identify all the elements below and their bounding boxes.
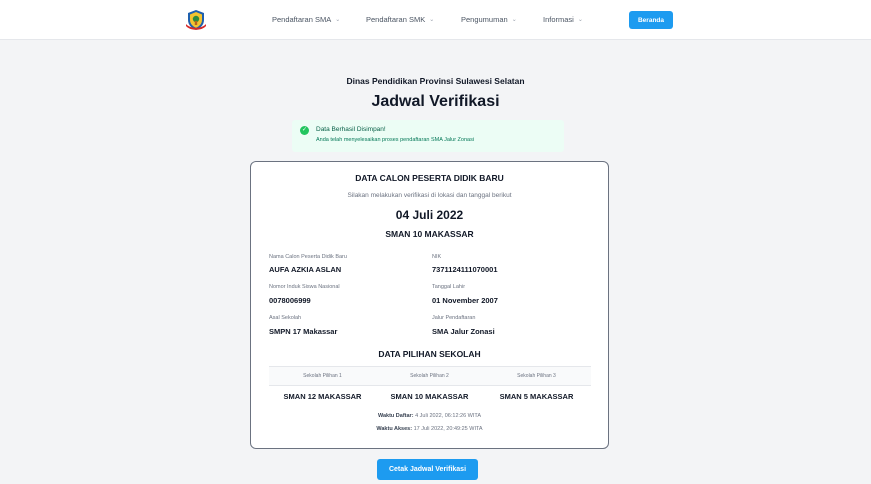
navbar: Pendaftaran SMA ⌄ Pendaftaran SMK ⌄ Peng… [0,0,871,40]
nav-informasi[interactable]: Informasi ⌄ [543,15,583,24]
chevron-down-icon: ⌄ [429,17,435,23]
chevron-down-icon: ⌄ [511,17,517,23]
origin-school-value: SMPN 17 Makassar [269,327,338,336]
nik-value: 7371124111070001 [432,265,498,274]
choices-title: DATA PILIHAN SEKOLAH [378,349,481,359]
access-time: Waktu Akses: 17 Juli 2022, 20:49:25 WITA [376,426,483,432]
check-circle-icon: ✓ [300,126,309,135]
print-schedule-button[interactable]: Cetak Jadwal Verifikasi [377,459,478,480]
track-value: SMA Jalur Zonasi [432,327,495,336]
choice-value: SMAN 12 MAKASSAR [283,392,362,401]
nik-label: NIK [432,254,442,260]
nav-pengumuman[interactable]: Pengumuman ⌄ [461,15,517,24]
chevron-down-icon: ⌄ [335,17,341,23]
nav-pendaftaran-sma[interactable]: Pendaftaran SMA ⌄ [272,15,340,24]
chevron-down-icon: ⌄ [577,17,583,23]
alert-message: Anda telah menyelesaikan proses pendafta… [316,137,475,143]
choice-header: Sekolah Pilihan 2 [410,373,449,379]
verification-date: 04 Juli 2022 [395,208,464,222]
agency-name: Dinas Pendidikan Provinsi Sulawesi Selat… [346,76,525,86]
success-alert: ✓ Data Berhasil Disimpan! Anda telah men… [292,120,564,152]
nisn-label: Nomor Induk Siswa Nasional [269,284,340,290]
dob-value: 01 November 2007 [432,296,498,305]
origin-school-label: Asal Sekolah [269,315,302,321]
nav-pendaftaran-smk[interactable]: Pendaftaran SMK ⌄ [366,15,434,24]
register-time: Waktu Daftar: 4 Juli 2022, 06:12:26 WITA [377,413,482,419]
nisn-value: 0078006999 [269,296,311,305]
verification-school: SMAN 10 MAKASSAR [385,229,474,239]
beranda-button[interactable]: Beranda [629,11,673,29]
name-value: AUFA AZKIA ASLAN [269,265,342,274]
choices-header-row: Sekolah Pilihan 1 Sekolah Pilihan 2 Seko… [269,366,591,386]
name-label: Nama Calon Peserta Didik Baru [269,254,347,260]
choice-header: Sekolah Pilihan 3 [517,373,556,379]
card-title: DATA CALON PESERTA DIDIK BARU [355,173,504,183]
dob-label: Tanggal Lahir [432,284,466,290]
choice-value: SMAN 5 MAKASSAR [499,392,574,401]
page-title: Jadwal Verifikasi [371,93,500,110]
card-subtitle: Silakan melakukan verifikasi di lokasi d… [347,192,512,199]
choice-header: Sekolah Pilihan 1 [303,373,342,379]
choice-value: SMAN 10 MAKASSAR [390,392,469,401]
track-label: Jalur Pendaftaran [432,315,476,321]
verification-card: DATA CALON PESERTA DIDIK BARU Silakan me… [250,161,609,449]
provincial-emblem-icon[interactable] [185,9,207,31]
alert-title: Data Berhasil Disimpan! [316,126,386,133]
